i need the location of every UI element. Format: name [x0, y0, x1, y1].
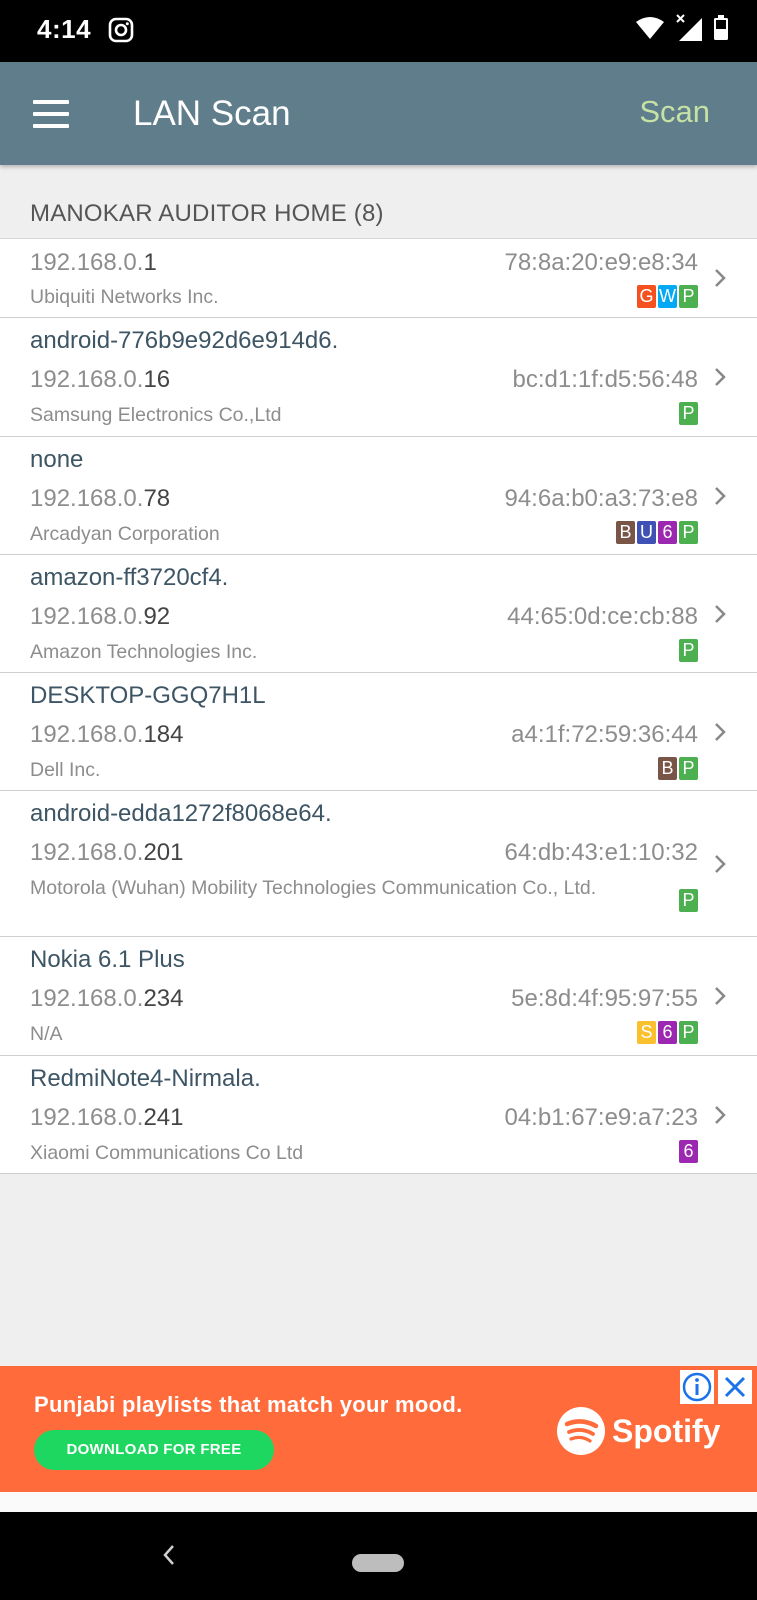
device-mac: 94:6a:b0:a3:73:e8 — [504, 485, 698, 512]
badge-b: B — [658, 757, 677, 780]
device-ip: 192.168.0.241 — [30, 1104, 184, 1131]
cell-signal-icon — [676, 14, 702, 41]
ad-headline: Punjabi playlists that match your mood. — [34, 1392, 463, 1417]
badge-p: P — [679, 521, 698, 544]
chevron-right-icon — [715, 269, 726, 287]
device-row[interactable]: android-edda1272f8068e64. 192.168.0.201 … — [0, 791, 757, 937]
badge-b: B — [616, 521, 635, 544]
chevron-right-icon — [715, 987, 726, 1005]
service-badges: P — [679, 639, 698, 662]
badge-w: W — [658, 285, 677, 308]
badge-p: P — [679, 757, 698, 780]
device-mac: 44:65:0d:ce:cb:88 — [507, 603, 698, 630]
device-vendor: Dell Inc. — [30, 759, 101, 781]
device-mac: 78:8a:20:e9:e8:34 — [504, 249, 698, 276]
navigation-bar — [0, 1512, 757, 1600]
device-vendor: Samsung Electronics Co.,Ltd — [30, 404, 282, 426]
ad-close-icon[interactable] — [718, 1370, 752, 1404]
service-badges: B U 6 P — [616, 521, 698, 544]
device-mac: bc:d1:1f:d5:56:48 — [512, 366, 698, 393]
device-ip: 192.168.0.16 — [30, 366, 171, 393]
badge-p: P — [679, 889, 698, 912]
chevron-right-icon — [715, 605, 726, 623]
device-ip: 192.168.0.184 — [30, 721, 184, 748]
service-badges: B P — [658, 757, 698, 780]
device-vendor: Ubiquiti Networks Inc. — [30, 286, 219, 308]
device-row[interactable]: amazon-ff3720cf4. 192.168.0.92 44:65:0d:… — [0, 555, 757, 673]
device-mac: a4:1f:72:59:36:44 — [511, 721, 698, 748]
badge-p: P — [679, 1021, 698, 1044]
device-vendor: Arcadyan Corporation — [30, 523, 220, 545]
menu-icon[interactable] — [33, 100, 69, 128]
badge-u: U — [637, 521, 656, 544]
spotify-wordmark: Spotify — [612, 1412, 721, 1449]
device-ip: 192.168.0.201 — [30, 839, 184, 866]
battery-icon — [714, 15, 728, 40]
service-badges: S 6 P — [637, 1021, 698, 1044]
device-row[interactable]: DESKTOP-GGQ7H1L 192.168.0.184 a4:1f:72:5… — [0, 673, 757, 791]
device-ip: 192.168.0.92 — [30, 603, 171, 630]
device-hostname: RedmiNote4-Nirmala. — [30, 1065, 261, 1092]
device-hostname: DESKTOP-GGQ7H1L — [30, 682, 266, 709]
status-bar: 4:14 — [0, 0, 757, 62]
app-title: LAN Scan — [133, 94, 291, 133]
home-pill[interactable] — [352, 1554, 404, 1572]
service-badges: G W P — [637, 285, 698, 308]
device-vendor: Xiaomi Communications Co Ltd — [30, 1142, 304, 1164]
service-badges: P — [679, 402, 698, 425]
badge-6: 6 — [658, 521, 677, 544]
download-button[interactable]: DOWNLOAD FOR FREE — [34, 1430, 274, 1470]
app-bar: LAN Scan Scan — [0, 62, 757, 165]
chevron-right-icon — [715, 368, 726, 386]
device-hostname: android-776b9e92d6e914d6. — [30, 327, 339, 354]
device-row[interactable]: RedmiNote4-Nirmala. 192.168.0.241 04:b1:… — [0, 1056, 757, 1174]
service-badges: 6 — [679, 1140, 698, 1163]
bottom-spacer — [0, 1492, 757, 1512]
device-hostname: none — [30, 446, 84, 473]
status-time: 4:14 — [37, 14, 92, 44]
device-ip: 192.168.0.1 — [30, 249, 157, 276]
ad-banner[interactable]: Punjabi playlists that match your mood. … — [0, 1366, 757, 1492]
scan-button[interactable]: Scan — [639, 94, 710, 130]
device-ip: 192.168.0.78 — [30, 485, 171, 512]
device-hostname: Nokia 6.1 Plus — [30, 946, 185, 973]
device-list: 192.168.0.1 78:8a:20:e9:e8:34 Ubiquiti N… — [0, 238, 757, 1174]
device-mac: 04:b1:67:e9:a7:23 — [504, 1104, 698, 1131]
device-hostname: amazon-ff3720cf4. — [30, 564, 229, 591]
badge-p: P — [679, 639, 698, 662]
instagram-icon — [108, 17, 134, 43]
device-mac: 64:db:43:e1:10:32 — [504, 839, 698, 866]
device-vendor: N/A — [30, 1023, 63, 1045]
service-badges: P — [679, 889, 698, 912]
spotify-logo: Spotify — [556, 1406, 720, 1456]
badge-p: P — [679, 402, 698, 425]
badge-s: S — [637, 1021, 656, 1044]
system-icons — [635, 14, 729, 42]
device-mac: 5e:8d:4f:95:97:55 — [511, 985, 698, 1012]
device-hostname: android-edda1272f8068e64. — [30, 800, 332, 827]
badge-6: 6 — [658, 1021, 677, 1044]
badge-6: 6 — [679, 1140, 698, 1163]
chevron-right-icon — [715, 487, 726, 505]
device-vendor: Motorola (Wuhan) Mobility Technologies C… — [30, 877, 597, 899]
back-icon[interactable] — [160, 1542, 178, 1568]
badge-p: P — [679, 285, 698, 308]
device-row[interactable]: 192.168.0.1 78:8a:20:e9:e8:34 Ubiquiti N… — [0, 239, 757, 318]
chevron-right-icon — [715, 723, 726, 741]
device-row[interactable]: android-776b9e92d6e914d6. 192.168.0.16 b… — [0, 318, 757, 437]
chevron-right-icon — [715, 855, 726, 873]
wifi-icon — [636, 17, 664, 39]
device-row[interactable]: Nokia 6.1 Plus 192.168.0.234 5e:8d:4f:95… — [0, 937, 757, 1056]
network-header: MANOKAR AUDITOR HOME (8) — [30, 200, 384, 227]
ad-info-icon[interactable] — [680, 1370, 714, 1404]
badge-g: G — [637, 285, 656, 308]
device-ip: 192.168.0.234 — [30, 985, 184, 1012]
device-vendor: Amazon Technologies Inc. — [30, 641, 258, 663]
device-row[interactable]: none 192.168.0.78 94:6a:b0:a3:73:e8 Arca… — [0, 437, 757, 555]
spotify-icon — [557, 1407, 605, 1455]
chevron-right-icon — [715, 1106, 726, 1124]
